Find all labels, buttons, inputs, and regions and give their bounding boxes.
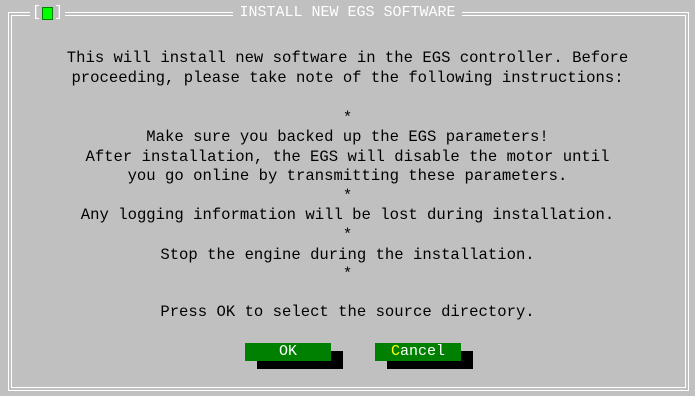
- message-separator-3: *: [342, 226, 353, 244]
- message-line-2: proceeding, please take note of the foll…: [71, 69, 624, 87]
- message-line-online: you go online by transmitting these para…: [127, 167, 568, 185]
- dialog-window: [] INSTALL NEW EGS SOFTWARE This will in…: [0, 0, 695, 396]
- ok-button-group: OK: [245, 343, 343, 369]
- message-separator-1: *: [342, 109, 353, 127]
- message-separator-2: *: [342, 187, 353, 205]
- message-line-logging: Any logging information will be lost dur…: [80, 206, 615, 224]
- cancel-button[interactable]: Cancel: [375, 343, 461, 361]
- cancel-button-group: Cancel: [375, 343, 473, 369]
- dialog-title: INSTALL NEW EGS SOFTWARE: [233, 4, 462, 21]
- message-line-prompt: Press OK to select the source directory.: [160, 303, 535, 321]
- cancel-button-label: ancel: [400, 343, 446, 360]
- message-line-engine: Stop the engine during the installation.: [160, 246, 535, 264]
- cancel-hotkey: C: [390, 343, 400, 360]
- ok-button[interactable]: OK: [245, 343, 331, 361]
- message-line-1: This will install new software in the EG…: [66, 49, 629, 67]
- message-separator-4: *: [342, 265, 353, 283]
- message-line-backup: Make sure you backed up the EGS paramete…: [146, 128, 549, 146]
- ok-button-label: OK: [278, 343, 297, 360]
- dialog-title-bar: INSTALL NEW EGS SOFTWARE: [0, 4, 695, 21]
- message-line-motor: After installation, the EGS will disable…: [85, 148, 610, 166]
